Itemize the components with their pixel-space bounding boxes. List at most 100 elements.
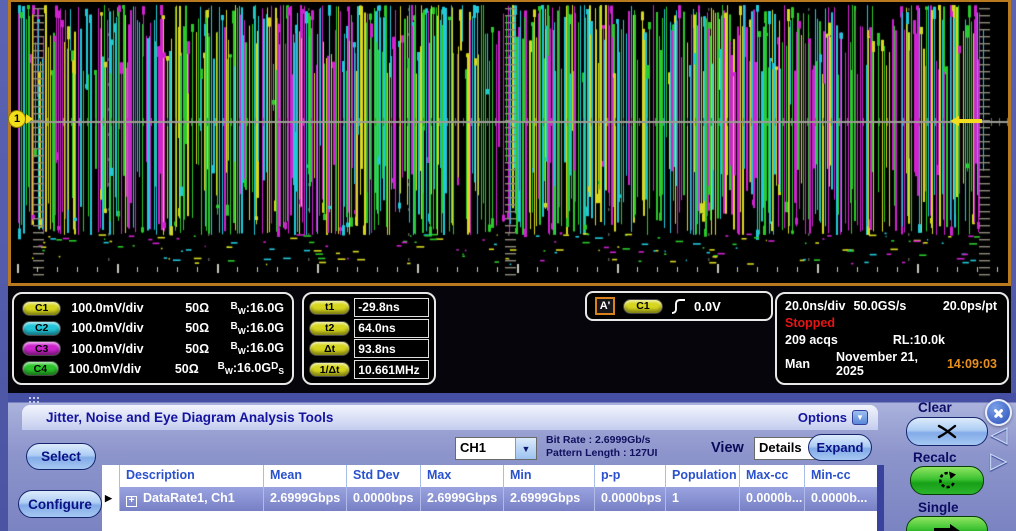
configure-button[interactable]: Configure: [18, 490, 102, 518]
cursor-t1-value: -29.8ns: [354, 298, 429, 317]
cursor-row-dt: Δt 93.8ns: [309, 339, 429, 360]
channel-readout-box: C1 100.0mV/div 50Ω BW:16.0G C2 100.0mV/d…: [12, 292, 294, 385]
cursor-t2-button[interactable]: t2: [309, 321, 350, 336]
cell-stddev: 0.0000bps: [347, 487, 421, 511]
channel-c3-button[interactable]: C3: [22, 341, 61, 356]
marker-arrow-icon: [26, 114, 33, 124]
cursor-dt-button[interactable]: Δt: [309, 341, 350, 356]
date-display: November 21, 2025: [836, 350, 947, 378]
channel-c3-termination: 50Ω: [185, 342, 222, 356]
channel-row-c1: C1 100.0mV/div 50Ω BW:16.0G: [22, 298, 284, 318]
oscilloscope-screen: 1 C1 100.0mV/div 50Ω BW:16.0G C2 100.0mV…: [0, 0, 1016, 531]
cell-min: 2.6999Gbps: [504, 487, 595, 511]
timebase-scale-line: 20.0ns/div 50.0GS/s 20.0ps/pt: [785, 299, 997, 313]
clear-label: Clear: [918, 400, 952, 415]
table-row[interactable]: ▶ +DataRate1, Ch1 2.6999Gbps 0.0000bps 2…: [102, 487, 877, 511]
nav-right-icon[interactable]: ▷: [990, 449, 1008, 472]
channel-c2-button[interactable]: C2: [22, 321, 61, 336]
channel-c2-termination: 50Ω: [185, 321, 222, 335]
single-arrow-icon: [934, 524, 960, 531]
panel-header: Jitter, Noise and Eye Diagram Analysis T…: [22, 405, 878, 430]
options-menu[interactable]: Options ▼: [798, 410, 868, 425]
column-header-population[interactable]: Population: [666, 465, 740, 487]
acquisition-count: 209 acqs: [785, 333, 838, 347]
timebase-readout-box: 20.0ns/div 50.0GS/s 20.0ps/pt Stopped 20…: [775, 292, 1009, 385]
bit-rate-value: Bit Rate : 2.6999Gb/s: [546, 434, 657, 447]
trigger-system-badge[interactable]: A': [595, 297, 615, 315]
digital-signal-badge: DS: [271, 361, 284, 376]
cursor-inv-dt-value: 10.661MHz: [354, 360, 429, 379]
panel-title: Jitter, Noise and Eye Diagram Analysis T…: [46, 410, 333, 425]
marker-1-badge: 1: [8, 110, 26, 128]
clear-button[interactable]: [906, 417, 988, 446]
source-select[interactable]: CH1 ▼: [455, 437, 537, 460]
cell-description: +DataRate1, Ch1: [120, 487, 264, 511]
waveform-reference-marker[interactable]: 1: [8, 110, 33, 128]
cell-mincc: 0.0000b...: [805, 487, 877, 511]
cursor-dt-value: 93.8ns: [354, 339, 429, 358]
channel-c1-bandwidth: BW:16.0G: [231, 301, 284, 316]
expand-row-icon[interactable]: +: [126, 496, 137, 507]
column-header-stddev[interactable]: Std Dev: [347, 465, 421, 487]
cell-maxcc: 0.0000b...: [740, 487, 805, 511]
options-dropdown-icon[interactable]: ▼: [852, 410, 868, 425]
waveform-display: 1: [8, 0, 1011, 286]
cell-mean: 2.6999Gbps: [264, 487, 347, 511]
column-header-mincc[interactable]: Min-cc: [805, 465, 877, 487]
pattern-length-value: Pattern Length : 127UI: [546, 447, 657, 460]
horizontal-scale: 20.0ns/div: [785, 299, 845, 313]
cursor-row-t1: t1 -29.8ns: [309, 297, 429, 318]
single-label: Single: [918, 500, 959, 515]
nav-left-icon[interactable]: ◁: [990, 423, 1008, 446]
cursor-t2-value: 64.0ns: [354, 319, 429, 338]
cell-max: 2.6999Gbps: [421, 487, 504, 511]
cursor-row-t2: t2 64.0ns: [309, 318, 429, 339]
trigger-source-button[interactable]: C1: [623, 299, 663, 314]
source-select-value: CH1: [456, 438, 515, 459]
cursor-inv-dt-button[interactable]: 1/Δt: [309, 362, 350, 377]
channel-c1-termination: 50Ω: [185, 301, 222, 315]
cursor-t1-button[interactable]: t1: [309, 300, 350, 315]
row-selector-icon[interactable]: ▶: [102, 487, 120, 511]
select-button[interactable]: Select: [26, 443, 96, 470]
time-display: 14:09:03: [947, 357, 997, 371]
table-scrollbar[interactable]: [877, 465, 884, 531]
channel-row-c4: C4 100.0mV/div 50Ω BW:16.0G DS: [22, 359, 284, 379]
recalc-label: Recalc: [913, 450, 957, 465]
channel-c1-button[interactable]: C1: [22, 301, 61, 316]
trigger-readout-box: A' C1 0.0V: [585, 291, 773, 321]
channel-c3-bandwidth: BW:16.0G: [231, 341, 284, 356]
channel-c1-scale: 100.0mV/div: [71, 301, 185, 315]
channel-row-c3: C3 100.0mV/div 50Ω BW:16.0G: [22, 339, 284, 359]
bit-rate-info: Bit Rate : 2.6999Gb/s Pattern Length : 1…: [546, 434, 657, 460]
channel-c2-scale: 100.0mV/div: [71, 321, 185, 335]
single-button[interactable]: [906, 516, 988, 531]
channel-c4-termination: 50Ω: [175, 362, 210, 376]
trigger-level-value: 0.0V: [694, 299, 721, 314]
column-header-max[interactable]: Max: [421, 465, 504, 487]
channel-c4-button[interactable]: C4: [22, 361, 59, 376]
record-length: RL:10.0k: [893, 333, 945, 347]
expand-button[interactable]: Expand: [808, 434, 872, 461]
cell-pp: 0.0000bps: [595, 487, 666, 511]
table-header-selector: [102, 465, 120, 487]
column-header-min[interactable]: Min: [504, 465, 595, 487]
trigger-level-arrow-icon[interactable]: [950, 116, 982, 126]
column-header-maxcc[interactable]: Max-cc: [740, 465, 805, 487]
table-header-row: Description Mean Std Dev Max Min p-p Pop…: [102, 465, 877, 487]
sample-rate: 50.0GS/s: [853, 299, 906, 313]
column-header-pp[interactable]: p-p: [595, 465, 666, 487]
recalc-button[interactable]: [910, 466, 984, 495]
acquisition-status: Stopped: [785, 316, 835, 330]
cursor-row-inv-dt: 1/Δt 10.661MHz: [309, 359, 429, 380]
results-table: Description Mean Std Dev Max Min p-p Pop…: [102, 465, 877, 531]
channel-row-c2: C2 100.0mV/div 50Ω BW:16.0G: [22, 318, 284, 338]
column-header-description[interactable]: Description: [120, 465, 264, 487]
source-dropdown-icon[interactable]: ▼: [515, 438, 536, 459]
resolution: 20.0ps/pt: [943, 299, 997, 313]
view-label: View: [711, 440, 744, 456]
jnea-panel: Jitter, Noise and Eye Diagram Analysis T…: [8, 393, 1016, 531]
options-label: Options: [798, 410, 847, 425]
cell-population: 1: [666, 487, 740, 511]
column-header-mean[interactable]: Mean: [264, 465, 347, 487]
